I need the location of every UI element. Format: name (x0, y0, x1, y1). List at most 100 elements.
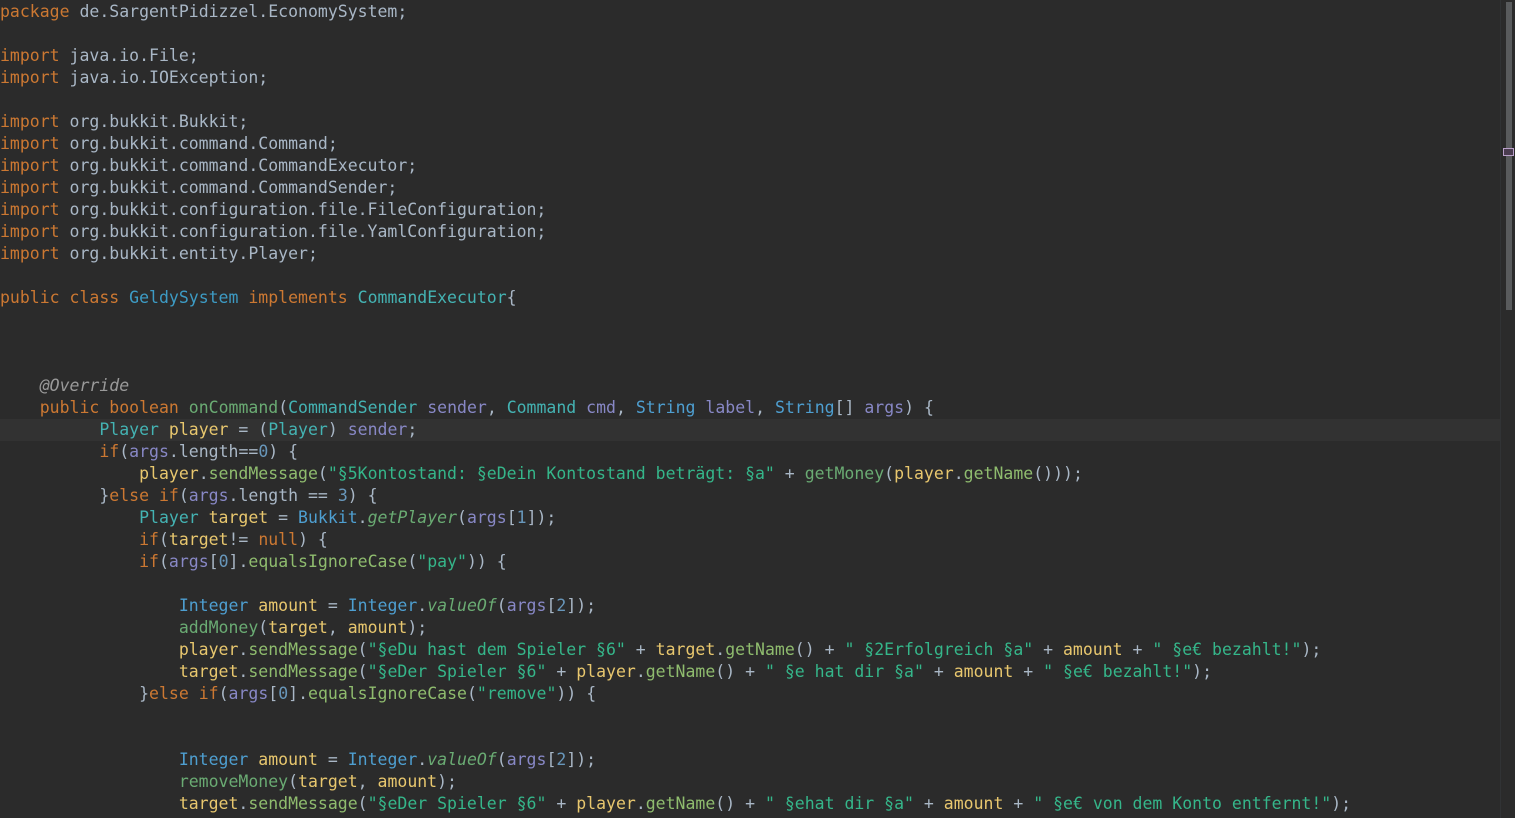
code-token-type: Integer (347, 750, 418, 769)
code-line[interactable]: import org.bukkit.command.CommandExecuto… (0, 155, 1505, 177)
code-line-current[interactable]: Player player = (Player) sender; (0, 419, 1505, 441)
scrollbar-change-marker[interactable] (1503, 148, 1514, 156)
code-line[interactable]: import org.bukkit.command.CommandSender; (0, 177, 1505, 199)
code-token-mthb: getName (645, 794, 716, 813)
code-token-mthb: getName (725, 640, 795, 659)
code-token-mthb: getName (963, 464, 1034, 483)
code-line[interactable] (0, 23, 1505, 45)
code-line[interactable]: package de.SargentPidizzel.EconomySystem… (0, 1, 1505, 23)
code-line[interactable]: }else if(args[0].equalsIgnoreCase("remov… (0, 683, 1505, 705)
code-token-kw: boolean (109, 398, 179, 417)
code-line[interactable] (0, 573, 1505, 595)
code-line[interactable] (0, 265, 1505, 287)
code-token-param: sender (347, 420, 408, 439)
vertical-scrollbar-track[interactable] (1501, 0, 1515, 818)
code-token-punct: . (238, 640, 249, 659)
code-token-type: Bukkit (298, 508, 358, 527)
code-token-type2: Player (268, 420, 328, 439)
code-token-fld: amount (943, 794, 1004, 813)
code-editor[interactable]: package de.SargentPidizzel.EconomySystem… (0, 0, 1515, 818)
code-token-param: label (705, 398, 756, 417)
code-line[interactable]: addMoney(target, amount); (0, 617, 1505, 639)
code-line[interactable] (0, 331, 1505, 353)
code-line[interactable]: }else if(args.length == 3) { (0, 485, 1505, 507)
code-token-type: String (774, 398, 835, 417)
code-token-fld: amount (258, 596, 318, 615)
code-token-punct: = (317, 596, 348, 615)
code-token-fld: target (168, 530, 229, 549)
code-token-punct: ( (466, 684, 477, 703)
code-line[interactable] (0, 353, 1505, 375)
code-token-punct: ]); (526, 508, 557, 527)
code-line[interactable]: player.sendMessage("§5Kontostand: §eDein… (0, 463, 1505, 485)
code-line[interactable]: import org.bukkit.entity.Player; (0, 243, 1505, 265)
code-token-static: getPlayer (367, 508, 457, 527)
code-token-param: args (188, 486, 229, 505)
code-token-param: cmd (586, 398, 616, 417)
code-line[interactable]: import org.bukkit.command.Command; (0, 133, 1505, 155)
code-token-plain: de.SargentPidizzel.EconomySystem; (79, 2, 408, 21)
code-line[interactable]: Integer amount = Integer.valueOf(args[2]… (0, 749, 1505, 771)
code-token-plain: org.bukkit.command.CommandSender; (59, 178, 398, 197)
code-token-mthb: sendMessage (248, 794, 358, 813)
code-token-kw: null (258, 530, 299, 549)
code-line[interactable] (0, 727, 1505, 749)
code-line[interactable] (0, 309, 1505, 331)
code-token-punct: ( (158, 530, 169, 549)
code-line[interactable]: Integer amount = Integer.valueOf(args[2]… (0, 595, 1505, 617)
code-token-punct: [] (834, 398, 865, 417)
code-token-plain: java.io.File; (59, 46, 199, 65)
code-token-num: 2 (556, 596, 567, 615)
code-line[interactable]: public boolean onCommand(CommandSender s… (0, 397, 1505, 419)
code-token-kw: import (0, 112, 60, 131)
code-token-punct: . (238, 794, 249, 813)
code-token-punct: = ( (228, 420, 269, 439)
code-token-kw: import (0, 222, 60, 241)
code-token-str: "§5Kontostand: §eDein Kontostand beträgt… (327, 464, 775, 483)
code-token-punct: , (486, 398, 507, 417)
code-token-fld: player (576, 794, 636, 813)
code-line[interactable]: import java.io.IOException; (0, 67, 1505, 89)
code-token-punct: } (139, 684, 150, 703)
code-token-static: valueOf (427, 750, 497, 769)
code-line[interactable]: import org.bukkit.configuration.file.Yam… (0, 221, 1505, 243)
code-token-kw: if (158, 486, 179, 505)
code-token-punct: != (228, 530, 259, 549)
code-line[interactable]: target.sendMessage("§eDer Spieler §6" + … (0, 661, 1505, 683)
code-line[interactable] (0, 705, 1505, 727)
code-line[interactable]: if(args[0].equalsIgnoreCase("pay")) { (0, 551, 1505, 573)
code-text-area[interactable]: package de.SargentPidizzel.EconomySystem… (0, 0, 1505, 818)
code-token-punct: ( (218, 684, 229, 703)
code-line[interactable]: import java.io.File; (0, 45, 1505, 67)
code-token-plain: org.bukkit.command.Command; (59, 134, 338, 153)
code-line[interactable]: target.sendMessage("§eDer Spieler §6" + … (0, 793, 1505, 815)
code-token-type: Integer (178, 750, 249, 769)
vertical-scrollbar-thumb[interactable] (1506, 2, 1512, 310)
code-line[interactable]: if(args.length==0) { (0, 441, 1505, 463)
code-line[interactable]: removeMoney(target, amount); (0, 771, 1505, 793)
code-token-mth: removeMoney (178, 772, 289, 791)
code-token-punct: . (198, 464, 209, 483)
code-token-kw: import (0, 68, 60, 87)
code-token-num: 0 (258, 442, 269, 461)
code-line[interactable]: import org.bukkit.configuration.file.Fil… (0, 199, 1505, 221)
code-line[interactable]: public class GeldySystem implements Comm… (0, 287, 1505, 309)
code-line[interactable]: player.sendMessage("§eDu hast dem Spiele… (0, 639, 1505, 661)
code-line[interactable]: if(target!= null) { (0, 529, 1505, 551)
code-line[interactable]: Player target = Bukkit.getPlayer(args[1]… (0, 507, 1505, 529)
code-line[interactable] (0, 89, 1505, 111)
code-line[interactable]: import org.bukkit.Bukkit; (0, 111, 1505, 133)
code-token-punct: ); (437, 772, 457, 791)
code-token-type2: CommandSender (288, 398, 418, 417)
code-token-fld: target (655, 640, 716, 659)
code-line[interactable]: @Override (0, 375, 1505, 397)
code-token-param: args (506, 750, 547, 769)
